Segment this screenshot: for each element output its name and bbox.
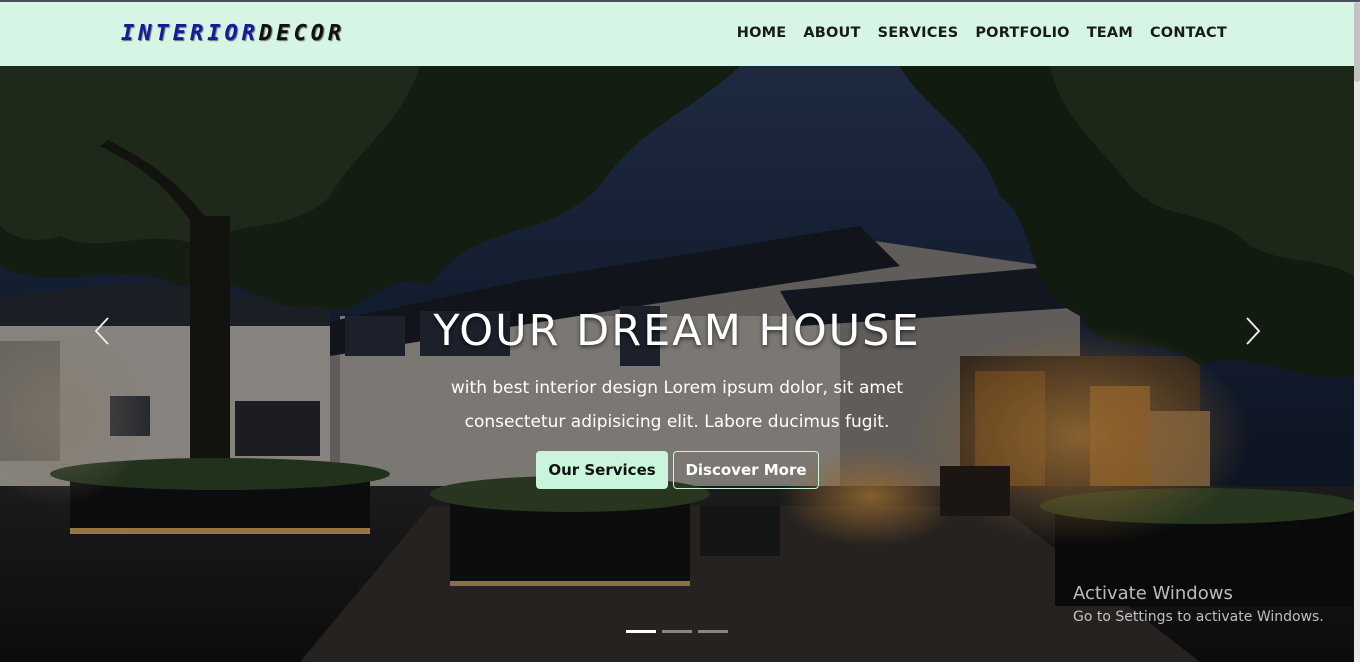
scrollbar-track[interactable]	[1354, 2, 1360, 662]
nav-team-link[interactable]: TEAM	[1087, 25, 1133, 41]
watermark-subtitle: Go to Settings to activate Windows.	[1073, 609, 1324, 625]
our-services-button[interactable]: Our Services	[536, 451, 668, 489]
chevron-right-icon	[1246, 317, 1261, 345]
nav-contact-link[interactable]: CONTACT	[1150, 25, 1227, 41]
discover-more-button[interactable]: Discover More	[673, 451, 819, 489]
hero-buttons: Our Services Discover More	[536, 451, 819, 489]
brand-part-decor: DECOR	[258, 21, 346, 46]
page: INTERIORDECOR HOME ABOUT SERVICES PORTFO…	[0, 0, 1360, 662]
carousel-indicator-1[interactable]	[626, 630, 656, 633]
hero-subtitle: with best interior design Lorem ipsum do…	[0, 371, 1354, 439]
nav-services-link[interactable]: SERVICES	[878, 25, 959, 41]
carousel-next-button[interactable]	[1237, 316, 1267, 346]
activate-windows-watermark: Activate Windows Go to Settings to activ…	[1073, 583, 1324, 625]
brand-part-interior: INTERIOR	[121, 21, 259, 46]
brand-logo[interactable]: INTERIORDECOR	[121, 21, 345, 46]
main-nav: HOME ABOUT SERVICES PORTFOLIO TEAM CONTA…	[737, 25, 1227, 41]
scrollbar-thumb[interactable]	[1354, 2, 1360, 82]
hero-subtitle-line2: consectetur adipisicing elit. Labore duc…	[464, 412, 890, 432]
chevron-left-icon	[94, 317, 109, 345]
carousel-prev-button[interactable]	[88, 316, 118, 346]
nav-about-link[interactable]: ABOUT	[803, 25, 860, 41]
watermark-title: Activate Windows	[1073, 583, 1233, 604]
hero-dark-overlay	[0, 66, 1354, 662]
nav-portfolio-link[interactable]: PORTFOLIO	[975, 25, 1069, 41]
hero-title: YOUR DREAM HOUSE	[433, 306, 921, 356]
nav-home-link[interactable]: HOME	[737, 25, 787, 41]
carousel-indicators	[626, 630, 728, 633]
hero-subtitle-line1: with best interior design Lorem ipsum do…	[450, 378, 904, 398]
navbar: INTERIORDECOR HOME ABOUT SERVICES PORTFO…	[0, 2, 1354, 66]
carousel-indicator-3[interactable]	[698, 630, 728, 633]
hero-carousel: YOUR DREAM HOUSE with best interior desi…	[0, 66, 1354, 662]
carousel-indicator-2[interactable]	[662, 630, 692, 633]
